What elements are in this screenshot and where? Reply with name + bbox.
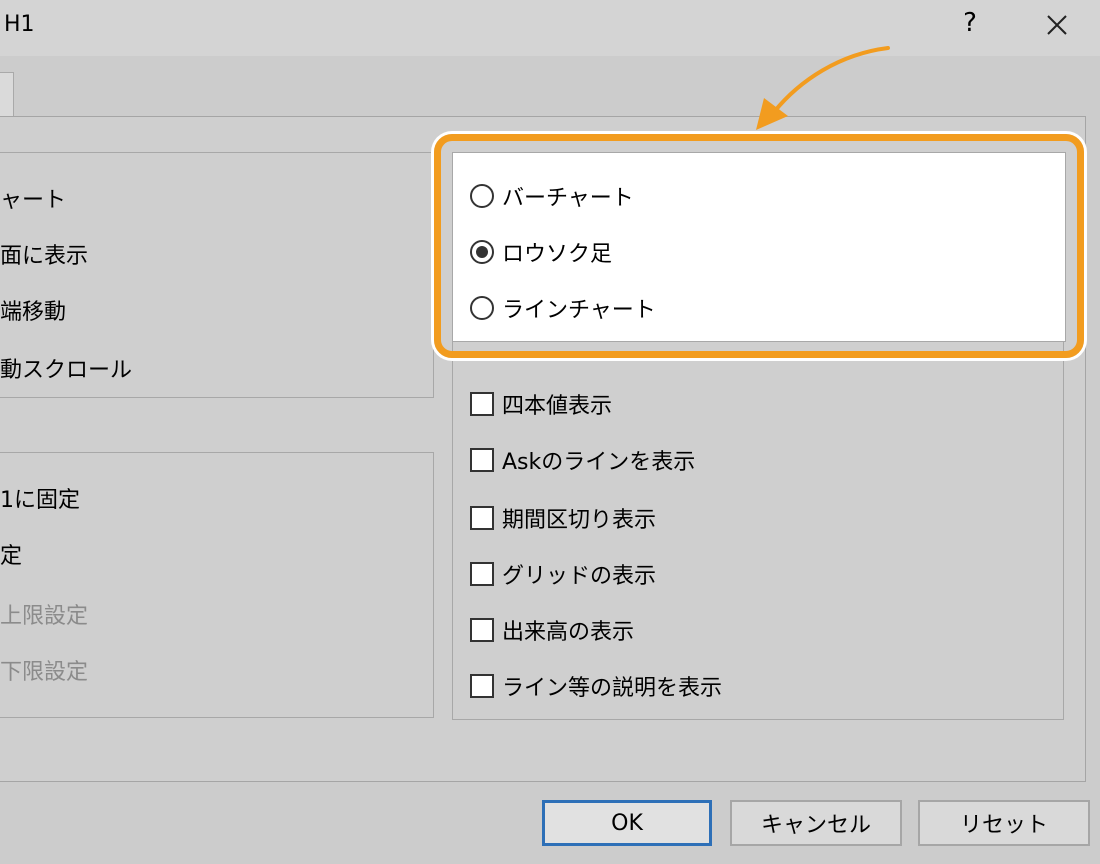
scale-min-label: 下限設定 bbox=[0, 660, 89, 685]
scale-option-label[interactable]: 1に固定 bbox=[0, 482, 80, 514]
ok-button[interactable]: OK bbox=[542, 800, 712, 846]
arrow-annotation-icon bbox=[756, 46, 890, 130]
radio-button[interactable] bbox=[470, 240, 494, 264]
radio-label: ラインチャート bbox=[502, 298, 656, 323]
checkbox[interactable] bbox=[470, 392, 494, 416]
radio-button[interactable] bbox=[470, 184, 494, 208]
checkbox[interactable] bbox=[470, 674, 494, 698]
checkbox-label: 期間区切り表示 bbox=[502, 508, 657, 533]
scale-option-label[interactable]: 定 bbox=[0, 538, 22, 570]
option-label[interactable]: 面に表示 bbox=[0, 238, 88, 270]
checkbox-period-separators[interactable]: 期間区切り表示 bbox=[470, 502, 656, 534]
window-title: H1 bbox=[4, 12, 35, 37]
radio-label: バーチャート bbox=[502, 186, 634, 211]
option-label[interactable]: 動スクロール bbox=[0, 352, 132, 384]
scale-max-label: 上限設定 bbox=[0, 604, 89, 629]
checkbox-label: 四本値表示 bbox=[502, 394, 613, 419]
checkbox-ohlc[interactable]: 四本値表示 bbox=[470, 388, 612, 420]
close-button[interactable] bbox=[1040, 8, 1074, 42]
checkbox-label: ライン等の説明を表示 bbox=[502, 676, 723, 701]
radio-button[interactable] bbox=[470, 296, 494, 320]
checkbox[interactable] bbox=[470, 448, 494, 472]
radio-candlestick[interactable]: ロウソク足 bbox=[470, 236, 612, 268]
help-button[interactable]: ? bbox=[960, 8, 980, 38]
checkbox-volume[interactable]: 出来高の表示 bbox=[470, 614, 634, 646]
checkbox[interactable] bbox=[470, 562, 494, 586]
checkbox-label: 出来高の表示 bbox=[502, 620, 635, 645]
radio-line-chart[interactable]: ラインチャート bbox=[470, 292, 656, 324]
option-label[interactable]: ャート bbox=[0, 182, 66, 214]
checkbox[interactable] bbox=[470, 506, 494, 530]
radio-label: ロウソク足 bbox=[502, 242, 613, 267]
checkbox-label: Askのラインを表示 bbox=[502, 450, 696, 475]
radio-bar-chart[interactable]: バーチャート bbox=[470, 180, 634, 212]
checkbox-ask-line[interactable]: Askのラインを表示 bbox=[470, 444, 695, 476]
checkbox[interactable] bbox=[470, 618, 494, 642]
cancel-button[interactable]: キャンセル bbox=[730, 800, 902, 846]
checkbox-grid[interactable]: グリッドの表示 bbox=[470, 558, 656, 590]
option-label[interactable]: 端移動 bbox=[0, 294, 66, 326]
close-icon bbox=[1047, 15, 1067, 35]
checkbox-label: グリッドの表示 bbox=[502, 564, 657, 589]
title-bar bbox=[0, 0, 1100, 56]
tab-common[interactable] bbox=[0, 72, 14, 117]
checkbox-object-descriptions[interactable]: ライン等の説明を表示 bbox=[470, 670, 722, 702]
reset-button[interactable]: リセット bbox=[918, 800, 1090, 846]
